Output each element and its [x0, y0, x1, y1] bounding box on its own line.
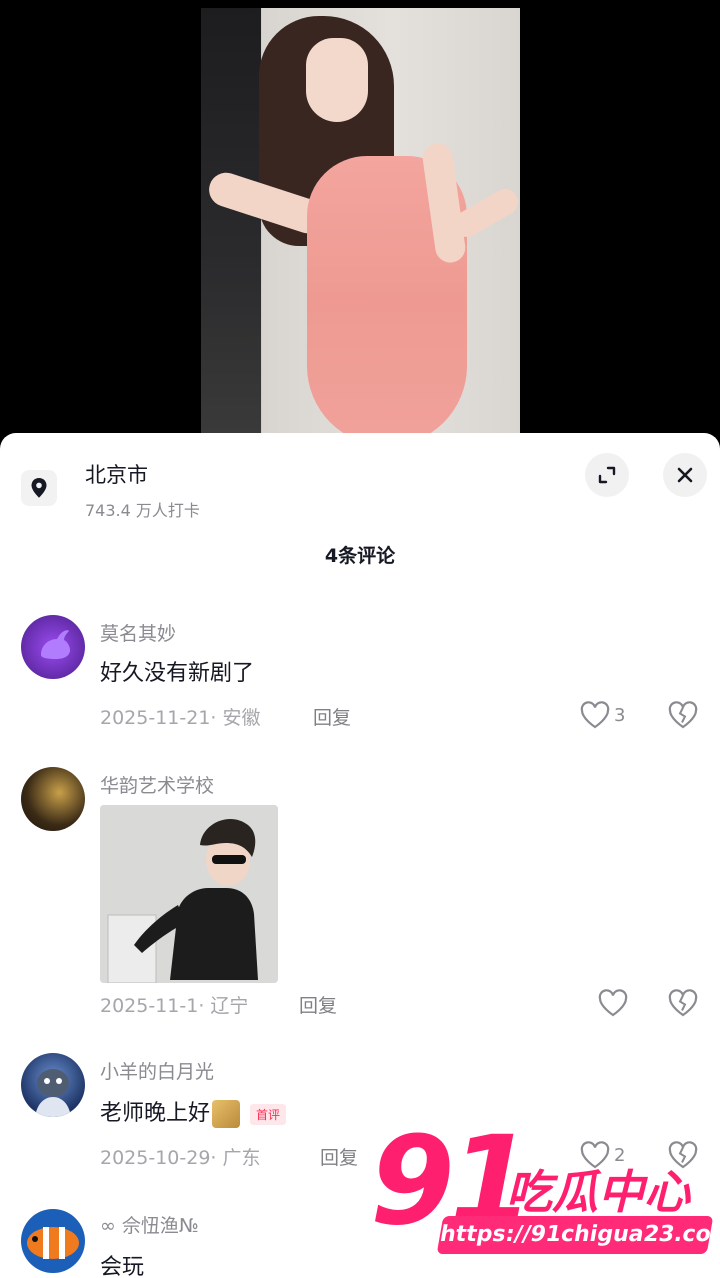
video-frame: [201, 8, 520, 436]
heart-icon: [580, 701, 610, 729]
location-pin-icon: [21, 470, 57, 506]
comment-username[interactable]: ∞ 佘忸渔№: [100, 1211, 199, 1238]
location-header[interactable]: 北京市 743.4 万人打卡: [0, 433, 720, 528]
expand-icon: [598, 466, 616, 484]
avatar[interactable]: [21, 615, 85, 679]
comment-item: 华韵艺术学校 2025-11-1· 辽宁 回复: [0, 765, 720, 1035]
site-watermark: 91 吃瓜中心 https://91chigua23.com: [370, 1120, 720, 1265]
location-checkins: 743.4 万人打卡: [85, 501, 200, 520]
close-button[interactable]: [663, 453, 707, 497]
comment-image[interactable]: [100, 805, 278, 983]
comment-item: 莫名其妙 好久没有新剧了 2025-11-21· 安徽 回复 3: [0, 611, 720, 741]
comment-text: 会玩: [100, 1255, 145, 1278]
reply-button[interactable]: 回复: [313, 703, 351, 730]
dislike-button[interactable]: [668, 989, 698, 1021]
expand-button[interactable]: [585, 453, 629, 497]
comment-date-region: 2025-11-21· 安徽: [100, 707, 261, 729]
like-button[interactable]: 3: [580, 701, 625, 729]
broken-heart-icon: [668, 989, 698, 1017]
close-icon: [677, 467, 693, 483]
comment-text: 老师晚上好: [100, 1101, 211, 1126]
like-button[interactable]: [598, 989, 628, 1017]
location-name: 北京市: [85, 463, 148, 487]
watermark-url: https://91chigua23.com: [436, 1216, 720, 1254]
like-count: 3: [614, 704, 626, 726]
dislike-button[interactable]: [668, 701, 698, 733]
avatar[interactable]: [21, 1053, 85, 1117]
comment-text: 好久没有新剧了: [100, 661, 255, 686]
first-comment-badge: 首评: [250, 1103, 287, 1125]
comment-date-region: 2025-10-29· 广东: [100, 1147, 261, 1169]
avatar[interactable]: [21, 767, 85, 831]
avatar[interactable]: [21, 1209, 85, 1273]
comment-username[interactable]: 莫名其妙: [100, 619, 176, 646]
comment-date-region: 2025-11-1· 辽宁: [100, 995, 249, 1017]
video-player[interactable]: [0, 0, 720, 436]
comment-username[interactable]: 小羊的白月光: [100, 1057, 214, 1084]
reply-button[interactable]: 回复: [320, 1143, 358, 1170]
sticker-emoji: [212, 1100, 241, 1128]
reply-button[interactable]: 回复: [299, 991, 337, 1018]
broken-heart-icon: [668, 701, 698, 729]
comment-username[interactable]: 华韵艺术学校: [100, 771, 214, 798]
comment-text-row: 老师晚上好 首评: [100, 1095, 287, 1128]
video-person-face: [306, 38, 368, 122]
video-background-closet: [201, 8, 261, 436]
heart-icon: [598, 989, 628, 1017]
comments-count: 4条评论: [324, 545, 396, 567]
watermark-brand: 吃瓜中心: [506, 1165, 690, 1219]
